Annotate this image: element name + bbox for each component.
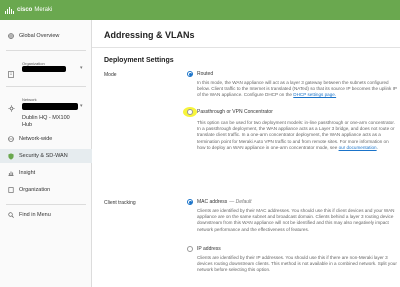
mac-address-label: MAC address	[197, 199, 228, 205]
mode-passthrough-option[interactable]: Passthrough or VPN Concentrator	[187, 109, 273, 115]
divider	[6, 204, 86, 205]
network-section-label: Network	[22, 97, 37, 102]
brand-cisco: cisco	[17, 7, 33, 13]
routed-description: In this mode, the WAN appliance will act…	[197, 80, 397, 98]
sidebar-item-network-wide[interactable]: Network-wide	[0, 132, 92, 146]
routed-label: Routed	[197, 71, 214, 77]
client-tracking-label: Client tracking	[104, 200, 136, 206]
sidebar-item-label: Global Overview	[19, 33, 60, 39]
divider	[6, 50, 86, 51]
sidebar-item-organization[interactable]: Organization	[0, 183, 92, 197]
globe-icon	[8, 33, 14, 39]
passthrough-label: Passthrough or VPN Concentrator	[197, 109, 273, 115]
default-tag: — Default	[229, 199, 252, 205]
chevron-down-icon[interactable]: ▾	[80, 103, 83, 109]
ip-address-label: IP address	[197, 246, 221, 252]
chevron-down-icon[interactable]: ▾	[80, 65, 83, 71]
find-in-menu-label: Find in Menu	[19, 212, 51, 218]
building-icon	[8, 187, 14, 193]
sidebar-item-label: Network-wide	[19, 136, 53, 142]
radio-passthrough[interactable]	[187, 109, 193, 115]
radio-ip-address[interactable]	[187, 246, 193, 252]
radio-routed[interactable]	[187, 71, 193, 77]
find-in-menu[interactable]: Find in Menu	[0, 208, 92, 222]
radio-mac-address[interactable]	[187, 199, 193, 205]
page-title: Addressing & VLANs	[104, 30, 195, 40]
search-icon	[8, 212, 14, 218]
mode-routed-option[interactable]: Routed	[187, 71, 213, 77]
ip-address-description: Clients are identified by their IP addre…	[197, 255, 397, 273]
sidebar: Global Overview Organization ▾ Network ▾…	[0, 20, 92, 287]
redacted-network-selector[interactable]	[22, 103, 78, 110]
client-tracking-ip-option[interactable]: IP address	[187, 246, 221, 252]
sidebar-item-label: Organization	[19, 187, 51, 193]
mode-label: Mode	[104, 72, 117, 78]
sidebar-item-insight[interactable]: Insight	[0, 166, 92, 180]
network-icon	[8, 99, 15, 117]
main-content: Addressing & VLANs Deployment Settings M…	[92, 20, 400, 287]
passthrough-description: This option can be used for two deployme…	[197, 120, 395, 150]
sidebar-item-global-overview[interactable]: Global Overview	[0, 29, 92, 43]
section-title: Deployment Settings	[104, 57, 174, 64]
sidebar-item-label: Security & SD-WAN	[19, 153, 68, 159]
divider	[6, 86, 86, 87]
mac-address-description: Clients are identified by their MAC addr…	[197, 208, 395, 232]
globe-icon	[8, 136, 14, 142]
shield-icon	[8, 152, 14, 160]
brand-meraki: Meraki	[34, 7, 53, 13]
top-bar: cisco Meraki	[0, 0, 400, 20]
network-name: Dublin HQ - MX100 Hub	[22, 115, 70, 128]
meraki-logo[interactable]: cisco Meraki	[5, 6, 53, 14]
redacted-organization-name[interactable]	[22, 66, 66, 72]
sidebar-item-security-sd-wan[interactable]: Security & SD-WAN	[0, 149, 92, 163]
chart-icon	[8, 170, 14, 176]
divider	[92, 47, 400, 48]
client-tracking-mac-option[interactable]: MAC address — Default	[187, 199, 252, 205]
dhcp-settings-link[interactable]: DHCP settings page.	[293, 92, 336, 97]
sidebar-item-label: Insight	[19, 170, 36, 176]
documentation-link[interactable]: our documentation	[339, 145, 377, 150]
building-icon	[8, 65, 14, 83]
cisco-logo-icon	[5, 6, 14, 14]
